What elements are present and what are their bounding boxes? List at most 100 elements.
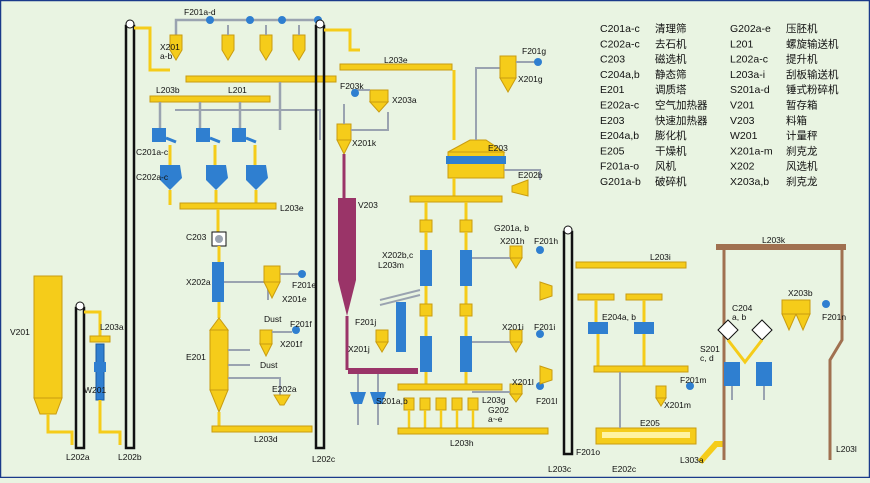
legend-left-item-name: 调质塔 [655,83,687,96]
label-x203a: X203a [392,95,417,105]
label-w201: W201 [84,385,106,395]
conveyor-small-a [577,293,615,301]
legend-left-item-name: 干燥机 [655,144,687,157]
label-l203i: L203i [650,252,671,262]
legend-right-item-code: X202 [730,161,755,173]
legend-left-item-name: 快速加热器 [655,114,708,127]
legend-left-item-name: 破碎机 [655,175,687,188]
label-f203k: F203k [340,81,364,91]
label-v203: V203 [358,200,378,210]
conveyor-l203d [211,425,313,433]
legend-left-item-name: 风机 [655,160,676,173]
label-l203d: L203d [254,434,278,444]
legend-left-item-code: F201a-o [600,161,639,173]
legend-right-item-code: W201 [730,130,758,142]
conveyor-l203e-left [179,202,277,210]
label-f201e: F201e [292,280,316,290]
label-e205: E205 [640,418,660,428]
label-x201j: X201j [348,344,370,354]
label-f201i: F201i [534,322,555,332]
label-l203c: L203c [548,464,572,474]
legend-right-item-name: 锤式粉碎机 [786,83,839,96]
label-f201h: F201h [534,236,558,246]
legend-right-item-code: X203a,b [730,176,769,188]
conveyor-l203h [397,427,549,435]
label-l203e-top: L203e [384,55,408,65]
magnet-c203 [211,231,227,247]
legend-left-item-code: C203 [600,54,625,66]
legend-right-item-name: 刹克龙 [786,144,818,157]
label-f201j: F201j [355,317,376,327]
label-l202c: L202c [312,454,336,464]
legend-right-item-code: L203a-i [730,69,765,81]
process-flow-diagram: V201 L202a L203a W201 L202b F201a-d X201… [0,0,870,479]
conveyor-l203g [397,383,503,391]
label-e202a: E202a [272,384,297,394]
legend-right-item-name: 刹克龙 [786,175,818,188]
label-l203k: L203k [762,235,786,245]
conveyor-e205-feed [593,365,689,373]
label-f201a-d: F201a-d [184,7,216,17]
label-dust-2: Dust [260,360,278,370]
legend-right-item-code: L201 [730,38,754,50]
label-v201: V201 [10,327,30,337]
label-f201f: F201f [290,319,312,329]
legend-right-item-name: 暂存箱 [786,99,818,112]
legend-left-item-name: 静态筛 [655,68,687,81]
diagram-canvas: V201 L202a L203a W201 L202b F201a-d X201… [0,0,870,479]
legend-left-item-code: E204a,b [600,130,639,142]
label-c202a-c: C202a-c [136,172,169,182]
label-l203m: L203m [378,260,404,270]
label-s201a-b: S201a,b [376,396,408,406]
label-f201m: F201m [680,375,706,385]
label-c203: C203 [186,232,207,242]
label-l202a: L202a [66,452,90,462]
legend-right-item-name: 风选机 [786,160,818,173]
label-x202b-c: X202b,c [382,250,414,260]
legend-right-item-name: 计量秤 [786,129,818,142]
legend-left-item-name: 空气加热器 [655,99,708,112]
label-e204a-b: E204a, b [602,312,636,322]
legend-left-item-code: E201 [600,84,625,96]
legend-left-item-code: E202a-c [600,100,639,112]
label-dust-1: Dust [264,314,282,324]
conveyor-l203i [575,261,687,269]
conveyor-small-b [625,293,663,301]
legend-right-item-code: G202a-e [730,23,771,35]
label-x201g: X201g [518,74,543,84]
legend-left-item-code: E203 [600,115,625,127]
label-f201o: F201o [576,447,600,457]
legend-left-item-code: E205 [600,145,625,157]
label-c201a-c: C201a-c [136,147,169,157]
legend-right-item-code: X201a-m [730,145,773,157]
label-e203: E203 [488,143,508,153]
label-f201g: F201g [522,46,546,56]
label-f201l: F201l [536,396,557,406]
conveyor-l203b [185,75,337,83]
legend-right-item-name: 刮板输送机 [786,68,839,81]
label-l201: L201 [228,85,247,95]
label-f201n: F201n [822,312,846,322]
legend-right-item-name: 螺旋输送机 [786,37,839,50]
label-x201i: X201i [502,322,524,332]
label-e201: E201 [186,352,206,362]
legend-left-item-code: C201a-c [600,23,640,35]
label-l202b: L202b [118,452,142,462]
legend-right-item-name: 压胚机 [786,22,818,35]
label-l203g: L203g [482,395,506,405]
label-x203b: X203b [788,288,813,298]
legend-right-item-code: V203 [730,115,755,127]
legend-left-item-name: 清理筛 [655,22,687,35]
legend-left-item-name: 去石机 [655,37,687,50]
conveyor-purple [348,368,418,374]
conveyor-mid [409,195,503,203]
legend-right-item-name: 料箱 [786,114,807,127]
label-e202b: E202b [518,170,543,180]
legend-left-item-code: C204a,b [600,69,640,81]
legend-right-item-name: 提升机 [786,53,818,66]
label-x201k: X201k [352,138,377,148]
legend-right-item-code: L202a-c [730,54,768,66]
label-l203l: L203l [836,444,857,454]
label-l203e-left: L203e [280,203,304,213]
label-x201f: X201f [280,339,303,349]
